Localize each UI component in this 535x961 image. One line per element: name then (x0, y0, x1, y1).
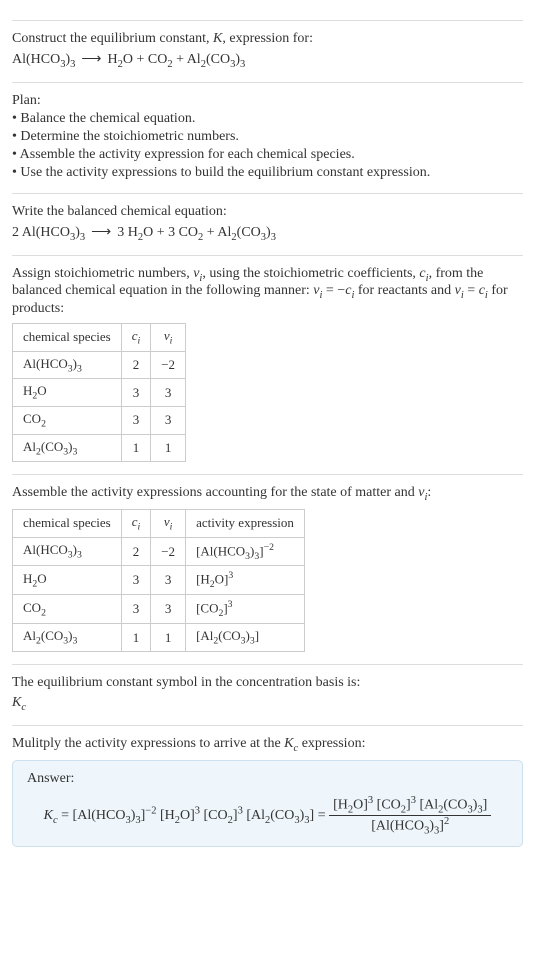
table-row: H2O 3 3 (13, 379, 186, 407)
cell-ci: 2 (121, 351, 151, 379)
cell-vi: 3 (151, 595, 186, 624)
plan-item: • Determine the stoichiometric numbers. (12, 129, 523, 145)
activity-section: Assemble the activity expressions accoun… (12, 474, 523, 652)
plan-item: • Use the activity expressions to build … (12, 165, 523, 181)
fraction-numerator: [H2O]3 [CO2]3 [Al2(CO3)3] (329, 795, 491, 816)
activity-table: chemical species ci νi activity expressi… (12, 509, 305, 652)
cell-vi: 3 (151, 406, 186, 434)
cell-species: CO2 (13, 406, 122, 434)
cell-ci: 1 (121, 434, 151, 462)
cell-species: Al2(CO3)3 (13, 624, 122, 652)
cell-activity: [Al(HCO3)3]−2 (186, 537, 305, 566)
answer-formula: Kc = [Al(HCO3)3]−2 [H2O]3 [CO2]3 [Al2(CO… (27, 795, 508, 837)
th-ci: ci (121, 509, 151, 537)
th-ci: ci (121, 324, 151, 352)
table-row: Al(HCO3)3 2 −2 [Al(HCO3)3]−2 (13, 537, 305, 566)
cell-species: CO2 (13, 595, 122, 624)
answer-label: Answer: (27, 771, 508, 787)
table-header-row: chemical species ci νi activity expressi… (13, 509, 305, 537)
stoich-section: Assign stoichiometric numbers, νi, using… (12, 255, 523, 463)
symbol-section: The equilibrium constant symbol in the c… (12, 664, 523, 713)
cell-vi: 3 (151, 379, 186, 407)
table-row: CO2 3 3 [CO2]3 (13, 595, 305, 624)
th-activity: activity expression (186, 509, 305, 537)
fraction-denominator: [Al(HCO3)3]2 (329, 816, 491, 836)
cell-vi: −2 (151, 351, 186, 379)
intro-text: Construct the equilibrium constant, K, e… (12, 31, 523, 47)
multiply-text: Mulitply the activity expressions to arr… (12, 736, 523, 754)
intro-section: Construct the equilibrium constant, K, e… (12, 20, 523, 70)
cell-vi: 1 (151, 624, 186, 652)
answer-box: Answer: Kc = [Al(HCO3)3]−2 [H2O]3 [CO2]3… (12, 760, 523, 848)
balanced-section: Write the balanced chemical equation: 2 … (12, 193, 523, 243)
cell-ci: 3 (121, 566, 151, 595)
plan-section: Plan: • Balance the chemical equation. •… (12, 82, 523, 181)
activity-text: Assemble the activity expressions accoun… (12, 485, 523, 503)
cell-vi: 3 (151, 566, 186, 595)
table-row: CO2 3 3 (13, 406, 186, 434)
cell-species: H2O (13, 379, 122, 407)
cell-vi: −2 (151, 537, 186, 566)
table-row: Al2(CO3)3 1 1 [Al2(CO3)3] (13, 624, 305, 652)
multiply-section: Mulitply the activity expressions to arr… (12, 725, 523, 848)
fraction: [H2O]3 [CO2]3 [Al2(CO3)3] [Al(HCO3)3]2 (329, 795, 491, 837)
plan-item: • Assemble the activity expression for e… (12, 147, 523, 163)
cell-activity: [Al2(CO3)3] (186, 624, 305, 652)
cell-species: Al(HCO3)3 (13, 537, 122, 566)
th-species: chemical species (13, 324, 122, 352)
plan-item: • Balance the chemical equation. (12, 111, 523, 127)
cell-activity: [H2O]3 (186, 566, 305, 595)
table-row: H2O 3 3 [H2O]3 (13, 566, 305, 595)
intro-equation: Al(HCO3)3⟶H2O + CO2 + Al2(CO3)3 (12, 51, 523, 70)
plan-list: • Balance the chemical equation. • Deter… (12, 111, 523, 181)
symbol-value: Kc (12, 695, 523, 713)
cell-ci: 3 (121, 379, 151, 407)
balanced-label: Write the balanced chemical equation: (12, 204, 523, 220)
cell-species: Al2(CO3)3 (13, 434, 122, 462)
cell-species: H2O (13, 566, 122, 595)
balanced-equation: 2 Al(HCO3)3⟶3 H2O + 3 CO2 + Al2(CO3)3 (12, 224, 523, 243)
table-row: Al(HCO3)3 2 −2 (13, 351, 186, 379)
stoich-table: chemical species ci νi Al(HCO3)3 2 −2 H2… (12, 323, 186, 462)
th-vi: νi (151, 509, 186, 537)
cell-ci: 3 (121, 406, 151, 434)
stoich-text: Assign stoichiometric numbers, νi, using… (12, 266, 523, 318)
cell-activity: [CO2]3 (186, 595, 305, 624)
cell-ci: 1 (121, 624, 151, 652)
th-species: chemical species (13, 509, 122, 537)
symbol-text: The equilibrium constant symbol in the c… (12, 675, 523, 691)
plan-title: Plan: (12, 93, 523, 109)
table-row: Al2(CO3)3 1 1 (13, 434, 186, 462)
cell-ci: 3 (121, 595, 151, 624)
th-vi: νi (151, 324, 186, 352)
cell-species: Al(HCO3)3 (13, 351, 122, 379)
cell-ci: 2 (121, 537, 151, 566)
table-header-row: chemical species ci νi (13, 324, 186, 352)
cell-vi: 1 (151, 434, 186, 462)
